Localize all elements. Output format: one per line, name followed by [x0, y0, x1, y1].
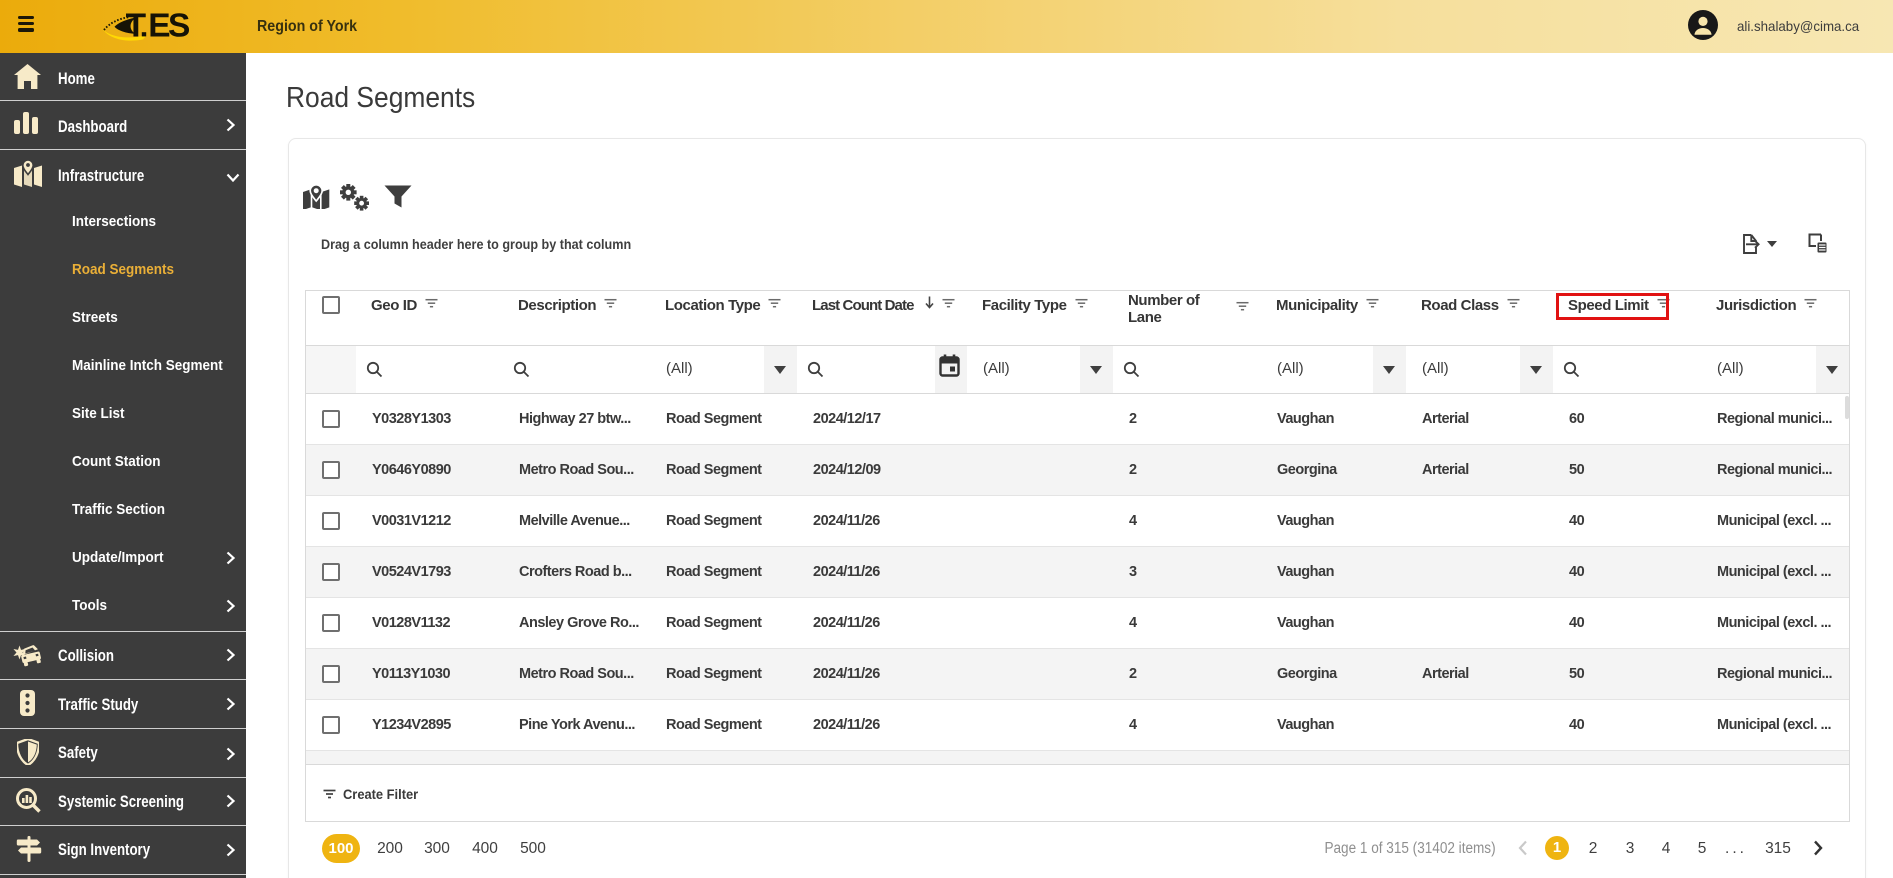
svg-text:T: T [126, 8, 147, 44]
svg-text:S: S [168, 8, 190, 44]
